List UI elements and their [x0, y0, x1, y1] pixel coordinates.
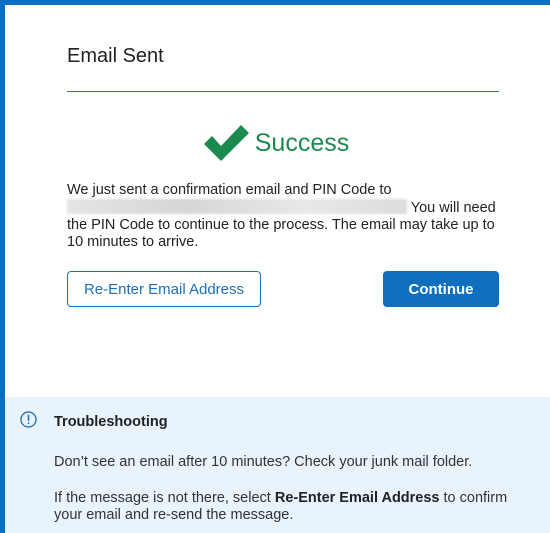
troubleshooting-text-1: Don’t see an email after 10 minutes? Che…	[54, 454, 473, 470]
continue-button[interactable]: Continue	[383, 271, 499, 307]
redacted-email	[67, 199, 407, 214]
troubleshooting-text-2-before: If the message is not there, select	[54, 490, 275, 506]
troubleshooting-title: Troubleshooting	[54, 414, 168, 430]
troubleshooting-panel: Troubleshooting Don’t see an email after…	[5, 397, 550, 533]
troubleshooting-text-2-bold: Re-Enter Email Address	[274, 490, 440, 506]
troubleshooting-text-2: If the message is not there, select Re-E…	[54, 490, 524, 524]
info-icon	[20, 411, 37, 428]
confirmation-message: We just sent a confirmation email and PI…	[67, 182, 501, 251]
success-status: Success	[5, 123, 545, 163]
message-prefix: We just sent a confirmation email and PI…	[67, 182, 392, 198]
re-enter-email-button[interactable]: Re-Enter Email Address	[67, 271, 261, 307]
title-divider	[67, 91, 499, 92]
success-label: Success	[254, 128, 350, 157]
checkmark-icon	[203, 125, 249, 161]
dialog-title: Email Sent	[67, 45, 164, 67]
